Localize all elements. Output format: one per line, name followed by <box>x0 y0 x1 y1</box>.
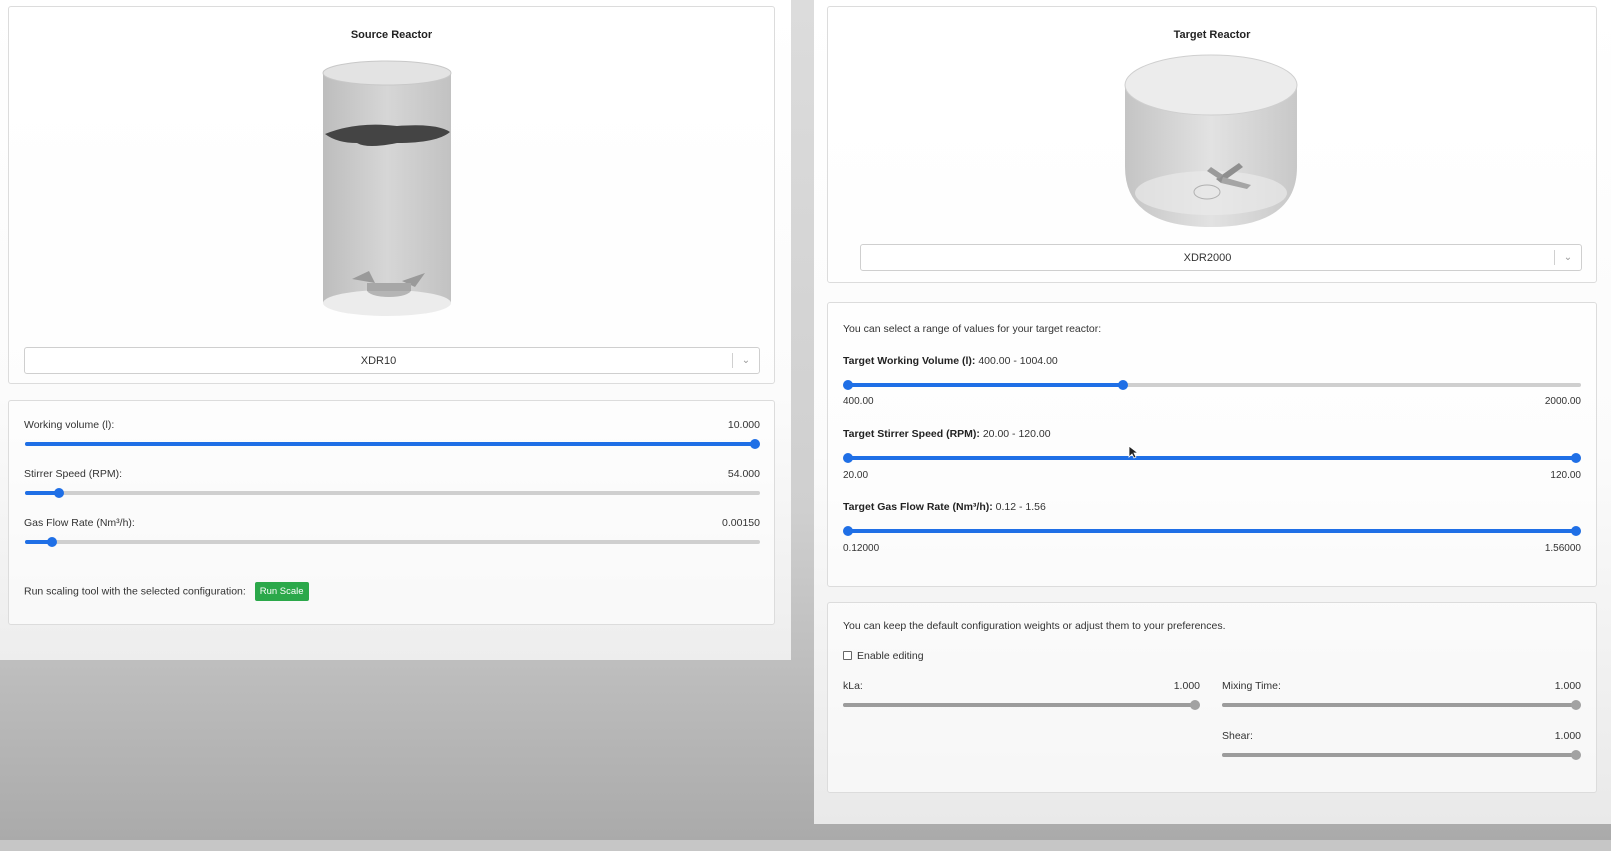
slider-fill <box>1222 703 1576 707</box>
shear-weight-slider[interactable] <box>1222 750 1581 760</box>
target-pane: Target Reactor XDR2000 ⌄ You can select … <box>814 0 1611 824</box>
run-scale-button[interactable]: Run Scale <box>254 582 309 601</box>
target-volume-max: 2000.00 <box>1544 396 1581 407</box>
target-stirrer-min: 20.00 <box>843 470 869 481</box>
slider-thumb-low[interactable] <box>843 380 853 390</box>
mixing-time-row: Mixing Time: 1.000 <box>1222 680 1581 692</box>
slider-thumb-high[interactable] <box>1571 526 1581 536</box>
shear-label: Shear: <box>1222 730 1253 742</box>
kla-weight-slider[interactable] <box>843 700 1200 710</box>
enable-editing-label: Enable editing <box>857 650 924 662</box>
gas-flow-row: Gas Flow Rate (Nm³/h): 0.00150 <box>24 517 760 529</box>
stirrer-speed-slider[interactable] <box>25 488 760 498</box>
source-reactor-select[interactable]: XDR10 ⌄ <box>24 347 760 374</box>
target-gas-min: 0.12000 <box>843 543 880 554</box>
target-reactor-select-value: XDR2000 <box>1183 251 1232 264</box>
target-volume-row: Target Working Volume (l): 400.00 - 1004… <box>843 355 1058 367</box>
gas-flow-value: 0.00150 <box>722 517 760 529</box>
target-volume-range-slider[interactable] <box>843 380 1581 390</box>
weights-card: You can keep the default configuration w… <box>827 602 1597 793</box>
target-stirrer-row: Target Stirrer Speed (RPM): 20.00 - 120.… <box>843 428 1051 440</box>
source-reactor-select-value: XDR10 <box>360 354 397 367</box>
mixing-time-weight-slider[interactable] <box>1222 700 1581 710</box>
target-gas-range: 0.12 - 1.56 <box>995 501 1046 513</box>
source-reactor-title: Source Reactor <box>350 29 433 41</box>
shear-row: Shear: 1.000 <box>1222 730 1581 742</box>
working-volume-slider[interactable] <box>25 439 760 449</box>
working-volume-label: Working volume (l): <box>24 419 115 431</box>
source-reactor-card: Source Reactor XDR10 ⌄ <box>8 6 775 384</box>
enable-editing-checkbox[interactable] <box>843 651 852 660</box>
slider-thumb-low[interactable] <box>843 526 853 536</box>
slider-thumb[interactable] <box>1571 750 1581 760</box>
bottom-strip <box>0 840 1611 851</box>
target-reactor-3d-view <box>1124 54 1298 227</box>
range-intro-text: You can select a range of values for you… <box>843 323 1102 335</box>
target-gas-range-slider[interactable] <box>843 526 1581 536</box>
slider-thumb-high[interactable] <box>1571 453 1581 463</box>
gas-flow-slider[interactable] <box>25 537 760 547</box>
slider-thumb[interactable] <box>1190 700 1200 710</box>
kla-row: kLa: 1.000 <box>843 680 1200 692</box>
mixing-time-value: 1.000 <box>1554 680 1581 692</box>
target-volume-label: Target Working Volume (l): <box>843 355 976 367</box>
source-reactor-3d-view <box>322 60 452 316</box>
chevron-down-icon[interactable]: ⌄ <box>733 355 759 366</box>
target-range-card: You can select a range of values for you… <box>827 302 1597 587</box>
target-stirrer-max: 120.00 <box>1550 470 1581 481</box>
working-volume-value: 10.000 <box>727 419 760 431</box>
target-reactor-title: Target Reactor <box>1173 29 1251 41</box>
slider-fill <box>848 383 1123 387</box>
target-reactor-card: Target Reactor XDR2000 ⌄ <box>827 6 1597 283</box>
target-volume-min: 400.00 <box>843 396 874 407</box>
slider-thumb-low[interactable] <box>843 453 853 463</box>
mouse-cursor-icon <box>1128 445 1138 459</box>
target-volume-minmax: 400.00 2000.00 <box>843 396 1581 407</box>
kla-value: 1.000 <box>1173 680 1200 692</box>
slider-fill <box>843 703 1195 707</box>
target-stirrer-range-slider[interactable] <box>843 453 1581 463</box>
weights-intro-text: You can keep the default configuration w… <box>843 620 1226 632</box>
slider-fill <box>848 529 1576 533</box>
target-gas-row: Target Gas Flow Rate (Nm³/h): 0.12 - 1.5… <box>843 501 1046 513</box>
chevron-down-icon[interactable]: ⌄ <box>1555 252 1581 263</box>
target-stirrer-range: 20.00 - 120.00 <box>982 428 1051 440</box>
slider-thumb[interactable] <box>750 439 760 449</box>
slider-fill <box>848 456 1576 460</box>
run-scale-row: Run scaling tool with the selected confi… <box>24 582 309 601</box>
stirrer-speed-row: Stirrer Speed (RPM): 54.000 <box>24 468 760 480</box>
shear-value: 1.000 <box>1554 730 1581 742</box>
source-params-card: Working volume (l): 10.000 Stirrer Speed… <box>8 400 775 625</box>
gas-flow-label: Gas Flow Rate (Nm³/h): <box>24 517 135 529</box>
kla-label: kLa: <box>843 680 863 692</box>
target-gas-max: 1.56000 <box>1544 543 1581 554</box>
slider-fill <box>1222 753 1576 757</box>
stirrer-speed-value: 54.000 <box>727 468 760 480</box>
slider-fill <box>25 442 755 446</box>
slider-thumb[interactable] <box>54 488 64 498</box>
slider-thumb-high[interactable] <box>1118 380 1128 390</box>
target-stirrer-minmax: 20.00 120.00 <box>843 470 1581 481</box>
target-stirrer-label: Target Stirrer Speed (RPM): <box>843 428 980 440</box>
mixing-time-label: Mixing Time: <box>1222 680 1281 692</box>
run-scale-text: Run scaling tool with the selected confi… <box>24 585 246 598</box>
target-reactor-select[interactable]: XDR2000 ⌄ <box>860 244 1582 271</box>
source-pane: Source Reactor XDR10 ⌄ Working volume (l… <box>0 0 791 660</box>
enable-editing-row[interactable]: Enable editing <box>843 650 924 662</box>
slider-thumb[interactable] <box>1571 700 1581 710</box>
target-gas-minmax: 0.12000 1.56000 <box>843 543 1581 554</box>
slider-thumb[interactable] <box>47 537 57 547</box>
working-volume-row: Working volume (l): 10.000 <box>24 419 760 431</box>
target-gas-label: Target Gas Flow Rate (Nm³/h): <box>843 501 993 513</box>
stirrer-speed-label: Stirrer Speed (RPM): <box>24 468 123 480</box>
target-volume-range: 400.00 - 1004.00 <box>978 355 1058 367</box>
